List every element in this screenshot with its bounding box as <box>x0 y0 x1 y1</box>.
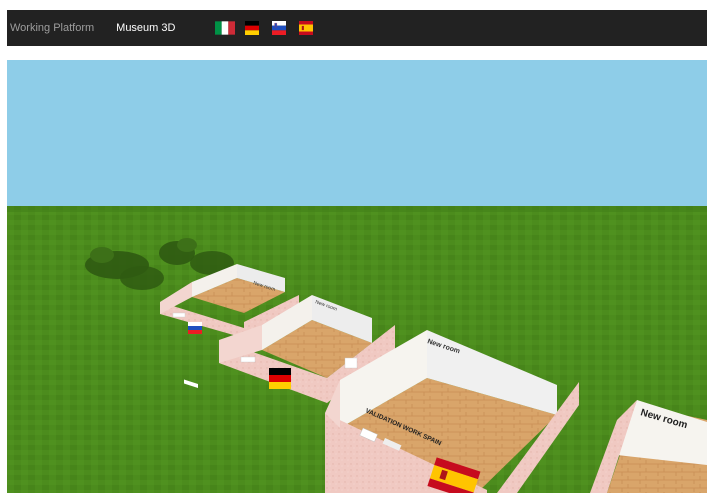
sky <box>7 60 707 208</box>
top-navbar: Working Platform Museum 3D <box>7 10 707 46</box>
language-flags <box>215 21 316 35</box>
museum-3d-link[interactable]: Museum 3D <box>116 22 175 34</box>
germany-flag-icon[interactable] <box>242 21 262 35</box>
spain-flag-icon[interactable] <box>296 21 316 35</box>
museum-3d-viewport[interactable]: New room New room New room VALIDATION WO… <box>7 60 707 493</box>
slovenia-flag-icon[interactable] <box>269 21 289 35</box>
brand-link[interactable]: Working Platform <box>10 22 94 34</box>
italy-flag-icon[interactable] <box>215 21 236 35</box>
